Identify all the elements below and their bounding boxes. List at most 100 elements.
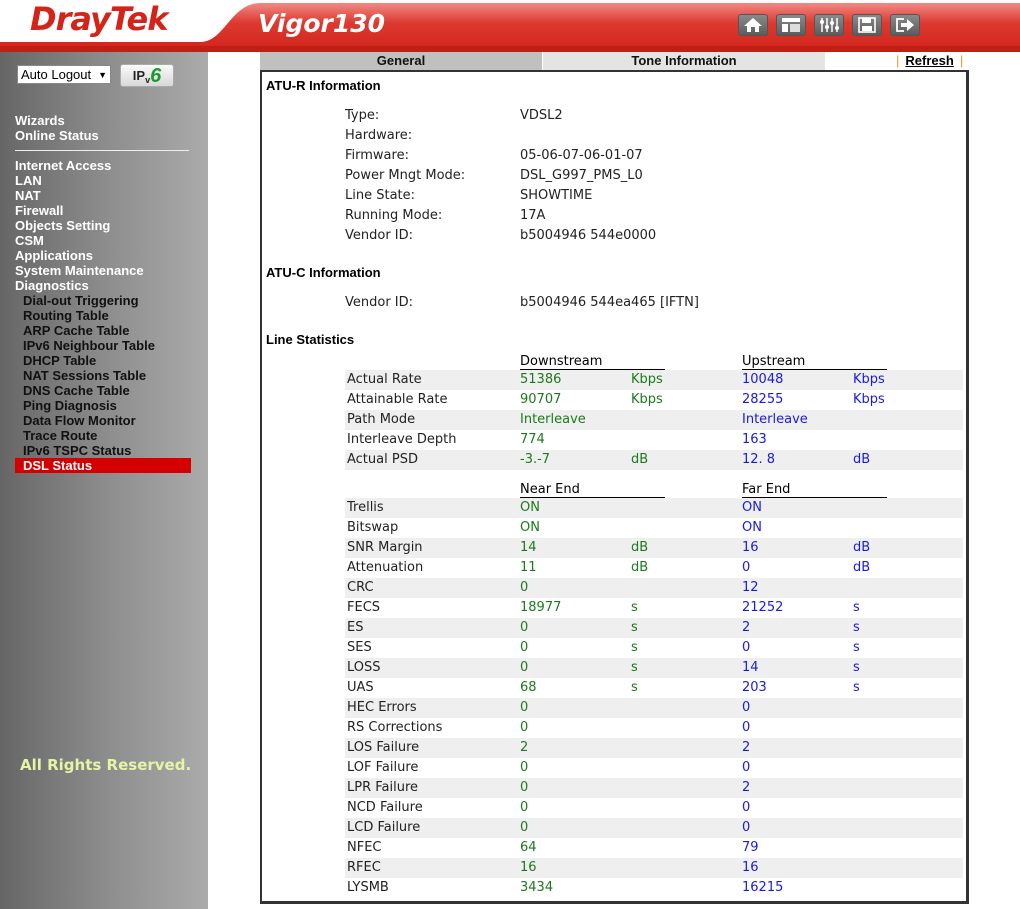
stat-row: ES 0 s 2 s <box>345 618 963 638</box>
sidebar-item-online-status[interactable]: Online Status <box>15 128 191 143</box>
downstream-header: Downstream <box>520 354 665 370</box>
stat-label: Actual Rate <box>347 372 422 387</box>
stat-row: LPR Failure 0 2 <box>345 778 963 798</box>
stat-value-right: 2 <box>742 740 751 755</box>
home-button[interactable] <box>738 14 768 36</box>
tab-general[interactable]: General <box>260 52 542 70</box>
stat-label: Bitswap <box>347 520 399 535</box>
stat-value-left: 0 <box>520 760 529 775</box>
stat-label: ES <box>347 620 364 635</box>
stat-value-right: 12. 8 <box>742 452 776 467</box>
stat-value-right: 14 <box>742 660 759 675</box>
stat-value-right: 10048 <box>742 372 784 387</box>
sidebar-subitem-dial-out-triggering[interactable]: Dial-out Triggering <box>15 293 191 308</box>
stat-unit-right: s <box>853 600 860 615</box>
sidebar-item-internet-access[interactable]: Internet Access <box>15 158 191 173</box>
sidebar-item-firewall[interactable]: Firewall <box>15 203 191 218</box>
dsl-status-panel: ATU-R Information Type: VDSL2 Hardware: Fir… <box>260 70 969 904</box>
stat-value-left: 0 <box>520 580 529 595</box>
stat-value-right: 2 <box>742 780 751 795</box>
field-value: b5004946 544ea465 [IFTN] <box>520 295 699 310</box>
stat-label: Path Mode <box>347 412 416 427</box>
stat-value-left: 0 <box>520 620 529 635</box>
stat-unit-right: dB <box>853 452 871 467</box>
stat-value-right: 0 <box>742 720 751 735</box>
stat-value-left: 0 <box>520 700 529 715</box>
sidebar-divider <box>15 150 189 151</box>
rate-stats-table: Downstream Upstream Actual Rate 51386 Kbps… <box>345 350 963 470</box>
near-end-header: Near End <box>520 482 665 498</box>
field-label: Vendor ID: <box>345 295 414 310</box>
stat-label: HEC Errors <box>347 700 417 715</box>
auto-logout-select[interactable]: Auto Logout ▼ <box>17 65 111 84</box>
stat-label: RFEC <box>347 860 381 875</box>
save-button[interactable] <box>852 14 882 36</box>
stat-row: NCD Failure 0 0 <box>345 798 963 818</box>
sidebar-subitem-arp-cache-table[interactable]: ARP Cache Table <box>15 323 191 338</box>
sidebar-item-nat[interactable]: NAT <box>15 188 191 203</box>
copyright-text: All Rights Reserved. <box>20 756 192 774</box>
sidebar-subitem-trace-route[interactable]: Trace Route <box>15 428 191 443</box>
stat-value-right: 163 <box>742 432 767 447</box>
stat-label: LOF Failure <box>347 760 419 775</box>
logout-icon <box>896 18 914 32</box>
model-name: Vigor130 <box>258 9 386 38</box>
stat-value-right: 16215 <box>742 880 784 895</box>
tab-tone-information[interactable]: Tone Information <box>543 52 825 70</box>
sidebar-item-lan[interactable]: LAN <box>15 173 191 188</box>
stat-value-right: 0 <box>742 820 751 835</box>
field-label: Vendor ID: <box>345 228 414 243</box>
field-value: b5004946 544e0000 <box>520 228 657 243</box>
sidebar-subitem-ipv6-tspc-status[interactable]: IPv6 TSPC Status <box>15 443 191 458</box>
stat-row: HEC Errors 0 0 <box>345 698 963 718</box>
stat-label: LPR Failure <box>347 780 419 795</box>
stat-row: LYSMB 3434 16215 <box>345 878 963 898</box>
sidebar-subitem-dns-cache-table[interactable]: DNS Cache Table <box>15 383 191 398</box>
logout-button[interactable] <box>890 14 920 36</box>
settings-button[interactable] <box>814 14 844 36</box>
sidebar-item-diagnostics[interactable]: Diagnostics <box>15 278 191 293</box>
sidebar-item-wizards[interactable]: Wizards <box>15 113 191 128</box>
rate-rows: Actual Rate 51386 Kbps 10048 Kbps Attainable … <box>345 370 963 470</box>
sidebar-subitem-dsl-status[interactable]: DSL Status <box>15 458 191 473</box>
stat-value-right: 2 <box>742 620 751 635</box>
stat-label: Actual PSD <box>347 452 418 467</box>
separator: | <box>896 53 900 68</box>
stat-value-right: 0 <box>742 560 751 575</box>
sliders-icon <box>820 18 839 32</box>
dropdown-arrow-icon: ▼ <box>98 69 107 80</box>
stat-value-left: ON <box>520 520 540 535</box>
sidebar-item-system-maintenance[interactable]: System Maintenance <box>15 263 191 278</box>
quick-start-button[interactable] <box>776 14 806 36</box>
stat-value-left: 774 <box>520 432 545 447</box>
sidebar-subitem-nat-sessions-table[interactable]: NAT Sessions Table <box>15 368 191 383</box>
stat-label: Attenuation <box>347 560 424 575</box>
sidebar-subitem-ping-diagnosis[interactable]: Ping Diagnosis <box>15 398 191 413</box>
sidebar-item-objects-setting[interactable]: Objects Setting <box>15 218 191 233</box>
field-value: VDSL2 <box>520 108 563 123</box>
sidebar-item-csm[interactable]: CSM <box>15 233 191 248</box>
sidebar-subitem-dhcp-table[interactable]: DHCP Table <box>15 353 191 368</box>
stat-label: SNR Margin <box>347 540 423 555</box>
stat-unit-right: Kbps <box>853 372 885 387</box>
stat-value-left: 0 <box>520 660 529 675</box>
stat-unit-left: Kbps <box>631 392 663 407</box>
sidebar-subitem-routing-table[interactable]: Routing Table <box>15 308 191 323</box>
stat-value-left: Interleave <box>520 412 586 427</box>
stat-row: RS Corrections 0 0 <box>345 718 963 738</box>
stat-value-left: 0 <box>520 640 529 655</box>
end-rows: Trellis ON ON Bitswap ON ON SNR Margin 14 dB 16 dB… <box>345 498 963 898</box>
stat-value-right: 0 <box>742 800 751 815</box>
refresh-link[interactable]: Refresh <box>905 53 953 68</box>
field-label: Firmware: <box>345 148 409 163</box>
separator: | <box>959 53 964 68</box>
field-value: DSL_G997_PMS_L0 <box>520 168 643 183</box>
ipv6-button[interactable]: IP v 6 <box>120 64 174 87</box>
sidebar-subitem-ipv6-neighbour-table[interactable]: IPv6 Neighbour Table <box>15 338 191 353</box>
stat-unit-right: s <box>853 620 860 635</box>
sidebar-item-applications[interactable]: Applications <box>15 248 191 263</box>
stat-label: SES <box>347 640 372 655</box>
sidebar-subitem-data-flow-monitor[interactable]: Data Flow Monitor <box>15 413 191 428</box>
stat-label: NFEC <box>347 840 382 855</box>
stat-label: LYSMB <box>347 880 389 895</box>
